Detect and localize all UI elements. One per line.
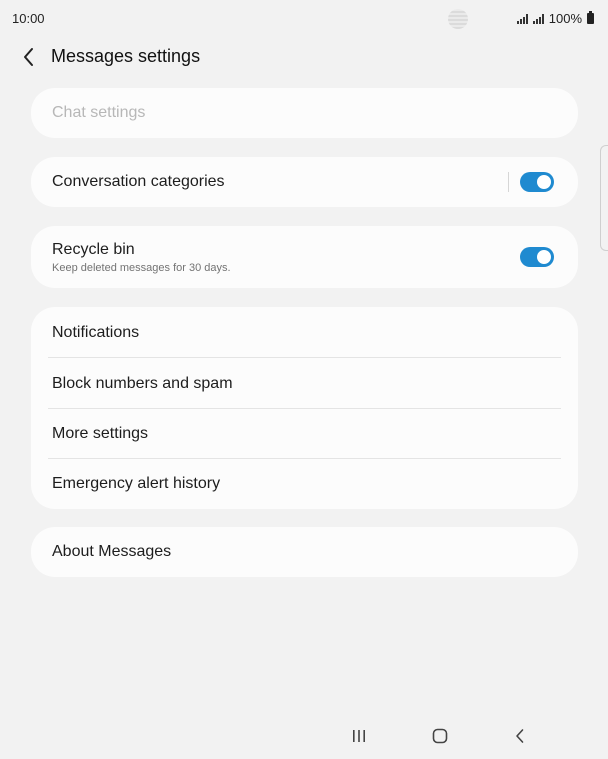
settings-group-card: Notifications Block numbers and spam Mor…: [31, 307, 578, 509]
recycle-bin-text: Recycle bin Keep deleted messages for 30…: [52, 241, 231, 274]
notifications-label: Notifications: [52, 323, 140, 341]
recycle-bin-subtitle: Keep deleted messages for 30 days.: [52, 261, 231, 274]
recycle-bin-card: Recycle bin Keep deleted messages for 30…: [31, 226, 578, 288]
block-numbers-item[interactable]: Block numbers and spam: [31, 358, 578, 409]
back-icon: [516, 729, 524, 743]
chat-settings-item: Chat settings: [31, 88, 578, 138]
back-button[interactable]: [14, 42, 44, 72]
recycle-bin-toggle[interactable]: [520, 247, 554, 267]
home-button[interactable]: [426, 725, 454, 747]
camera-cutout: [448, 9, 468, 29]
home-icon: [432, 728, 448, 744]
status-bar: 10:00 100%: [0, 0, 608, 36]
block-numbers-label: Block numbers and spam: [52, 374, 233, 392]
about-messages-label: About Messages: [52, 543, 172, 560]
navigation-bar: [0, 711, 608, 759]
emergency-alert-history-item[interactable]: Emergency alert history: [31, 459, 578, 509]
recent-apps-icon: [353, 730, 365, 742]
toggle-knob: [535, 248, 553, 266]
conversation-categories-item[interactable]: Conversation categories: [31, 157, 578, 207]
battery-percentage: 100%: [548, 11, 582, 26]
recent-apps-button[interactable]: [345, 725, 373, 747]
conversation-categories-toggle[interactable]: [520, 172, 554, 192]
status-time: 10:00: [12, 11, 45, 26]
emergency-alert-history-label: Emergency alert history: [52, 475, 221, 492]
toggle-knob: [535, 173, 553, 191]
status-icons: 100%: [516, 11, 594, 26]
signal-icon: [516, 13, 528, 24]
signal-icon: [532, 13, 544, 24]
chat-settings-label: Chat settings: [52, 104, 146, 121]
conversation-categories-label: Conversation categories: [52, 173, 225, 190]
divider: [508, 172, 509, 192]
app-header: Messages settings: [0, 36, 608, 78]
about-card: About Messages: [31, 527, 578, 577]
chat-settings-card: Chat settings: [31, 88, 578, 138]
recycle-bin-label: Recycle bin: [52, 240, 135, 258]
page-title: Messages settings: [51, 46, 201, 66]
edge-panel-handle[interactable]: [600, 145, 608, 251]
back-arrow-icon: [24, 48, 33, 66]
recycle-bin-item[interactable]: Recycle bin Keep deleted messages for 30…: [31, 226, 578, 288]
more-settings-label: More settings: [52, 425, 149, 442]
more-settings-item[interactable]: More settings: [31, 409, 578, 459]
battery-icon: [587, 11, 594, 24]
conversation-categories-card: Conversation categories: [31, 157, 578, 207]
notifications-item[interactable]: Notifications: [31, 307, 578, 358]
nav-back-button[interactable]: [506, 725, 534, 747]
about-messages-item[interactable]: About Messages: [31, 527, 578, 577]
